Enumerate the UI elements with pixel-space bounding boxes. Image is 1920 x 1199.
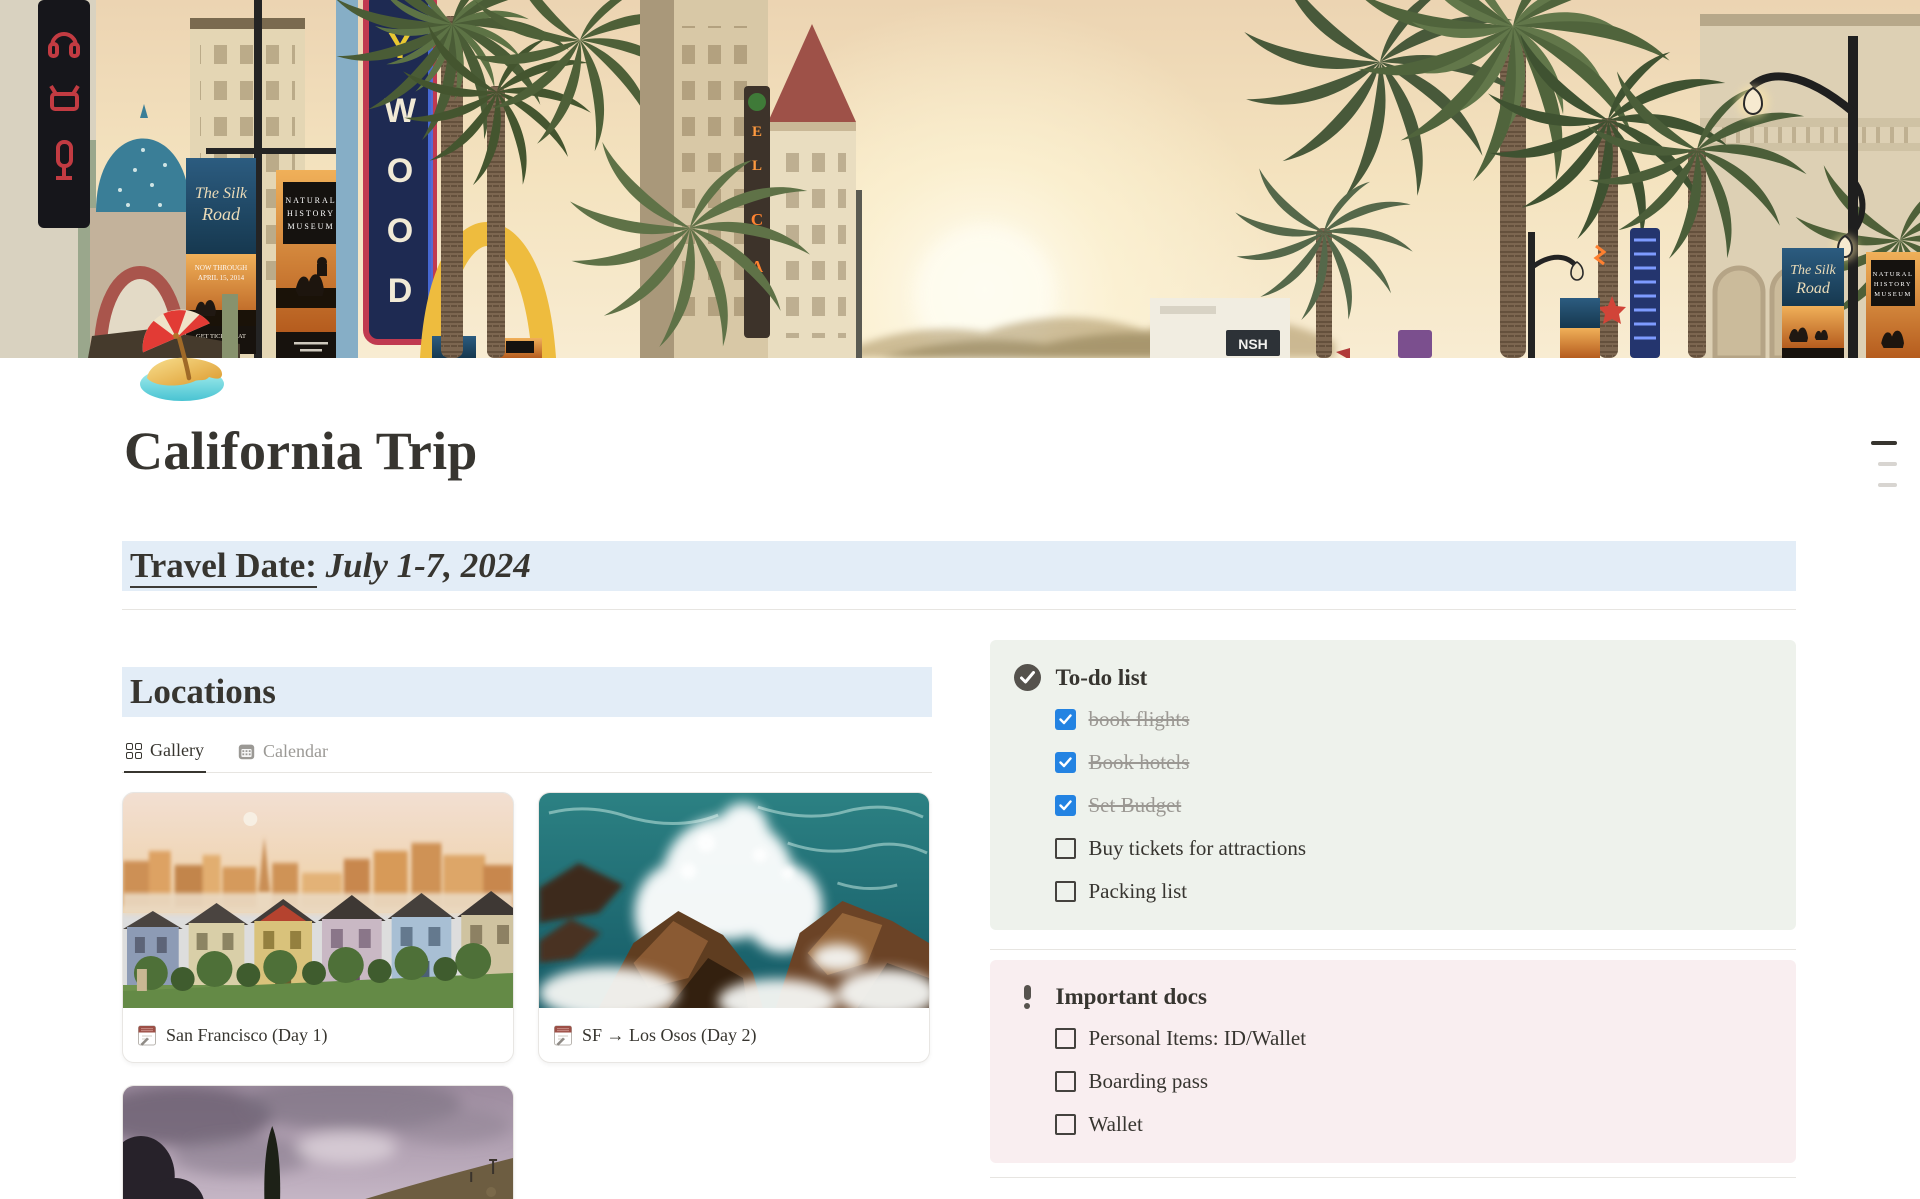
docs-item-label[interactable]: Personal Items: ID/Wallet bbox=[1089, 1026, 1307, 1051]
cover-image: NSH The Silk Road NOW THROUGH APRIL 15, … bbox=[0, 0, 1920, 358]
card-san-francisco[interactable]: San Francisco (Day 1) bbox=[122, 792, 514, 1063]
svg-text:L: L bbox=[752, 158, 762, 174]
svg-text:Road: Road bbox=[1795, 280, 1831, 297]
card-hollywood[interactable]: HOLLYWOOD bbox=[122, 1085, 514, 1199]
page-title[interactable]: California Trip bbox=[124, 421, 1796, 481]
silk-road-banner-right: The Silk Road bbox=[1782, 248, 1844, 358]
checkbox-unchecked[interactable] bbox=[1055, 1114, 1076, 1135]
tab-gallery-label: Gallery bbox=[150, 740, 204, 761]
docs-items: Personal Items: ID/Wallet Boarding pass … bbox=[1055, 1026, 1773, 1137]
docs-item-label[interactable]: Wallet bbox=[1089, 1112, 1143, 1137]
todo-item-label[interactable]: Set Budget bbox=[1089, 793, 1182, 818]
checkbox-unchecked[interactable] bbox=[1055, 1028, 1076, 1049]
card-caption-text: SF → Los Osos (Day 2) bbox=[582, 1025, 757, 1046]
card-caption: SF → Los Osos (Day 2) bbox=[539, 1008, 929, 1062]
docs-header: Important docs bbox=[1014, 984, 1773, 1010]
svg-text:E: E bbox=[752, 124, 762, 140]
docs-item: Boarding pass bbox=[1055, 1069, 1773, 1094]
hollywood-boulevard-photo: NSH The Silk Road NOW THROUGH APRIL 15, … bbox=[0, 0, 1920, 358]
checkbox-checked[interactable] bbox=[1055, 752, 1076, 773]
docs-item-label[interactable]: Boarding pass bbox=[1089, 1069, 1209, 1094]
calendar-icon bbox=[238, 743, 255, 760]
view-tabs: Gallery Calendar bbox=[122, 734, 932, 773]
todo-heading[interactable]: To-do list bbox=[1056, 665, 1148, 691]
svg-text:D: D bbox=[388, 272, 413, 310]
svg-text:HISTORY: HISTORY bbox=[287, 209, 335, 218]
svg-text:NOW THROUGH: NOW THROUGH bbox=[195, 264, 247, 272]
card-caption-text: San Francisco (Day 1) bbox=[166, 1025, 327, 1046]
tab-gallery[interactable]: Gallery bbox=[124, 734, 206, 773]
svg-text:HISTORY: HISTORY bbox=[1874, 281, 1912, 288]
gallery-grid: San Francisco (Day 1) bbox=[122, 792, 932, 1199]
todo-item-label[interactable]: Book hotels bbox=[1089, 750, 1190, 775]
todo-item: Buy tickets for attractions bbox=[1055, 836, 1773, 861]
memo-icon bbox=[137, 1025, 157, 1046]
card-caption: San Francisco (Day 1) bbox=[123, 1008, 513, 1062]
docs-heading[interactable]: Important docs bbox=[1056, 984, 1207, 1010]
card-image-painted-ladies bbox=[123, 793, 513, 1008]
check-circle-icon bbox=[1014, 664, 1041, 691]
docs-item: Personal Items: ID/Wallet bbox=[1055, 1026, 1773, 1051]
todo-callout: To-do list book flights Book hotels bbox=[990, 640, 1797, 930]
todo-item: Set Budget bbox=[1055, 793, 1773, 818]
checkbox-checked[interactable] bbox=[1055, 795, 1076, 816]
museum-banner: NATURAL HISTORY MUSEUM bbox=[276, 170, 346, 358]
tab-calendar[interactable]: Calendar bbox=[236, 734, 330, 773]
todo-item: Packing list bbox=[1055, 879, 1773, 904]
cover-nsh-sign: NSH bbox=[1238, 336, 1268, 352]
travel-date-label: Travel Date: bbox=[130, 546, 317, 588]
svg-text:O: O bbox=[387, 212, 413, 250]
card-image-hollywood-sign: HOLLYWOOD bbox=[123, 1086, 513, 1199]
museum-banner-right: NATURAL HISTORY MUSEUM bbox=[1866, 252, 1920, 358]
divider bbox=[122, 609, 1796, 610]
table-of-contents-widget[interactable] bbox=[1871, 441, 1897, 487]
svg-text:NATURAL: NATURAL bbox=[1873, 271, 1914, 278]
left-column: Locations Gallery Calendar bbox=[122, 640, 932, 1199]
checkbox-unchecked[interactable] bbox=[1055, 838, 1076, 859]
beach-umbrella-page-icon[interactable] bbox=[135, 308, 231, 404]
divider bbox=[990, 1177, 1797, 1178]
docs-item: Wallet bbox=[1055, 1112, 1773, 1137]
todo-item-label[interactable]: Buy tickets for attractions bbox=[1089, 836, 1307, 861]
svg-text:NATURAL: NATURAL bbox=[285, 196, 336, 205]
divider bbox=[990, 949, 1797, 950]
travel-date-value: July 1-7, 2024 bbox=[317, 546, 531, 585]
svg-text:The Silk: The Silk bbox=[195, 185, 248, 202]
important-docs-callout: Important docs Personal Items: ID/Wallet… bbox=[990, 960, 1797, 1163]
travel-date-heading[interactable]: Travel Date: July 1-7, 2024 bbox=[122, 541, 1796, 591]
todo-item-label[interactable]: Packing list bbox=[1089, 879, 1188, 904]
svg-text:MUSEUM: MUSEUM bbox=[287, 222, 334, 231]
toc-line[interactable] bbox=[1878, 462, 1897, 466]
svg-text:Road: Road bbox=[201, 204, 241, 224]
todo-item: book flights bbox=[1055, 707, 1773, 732]
exclamation-icon bbox=[1014, 985, 1041, 1009]
el-capitan-sign: E L C A bbox=[744, 86, 770, 338]
locations-heading[interactable]: Locations bbox=[122, 667, 932, 717]
two-column-layout: Locations Gallery Calendar bbox=[122, 640, 1796, 1199]
svg-text:O: O bbox=[387, 152, 413, 190]
checkbox-unchecked[interactable] bbox=[1055, 881, 1076, 902]
todo-header: To-do list bbox=[1014, 664, 1773, 691]
card-image-ocean-waves bbox=[539, 793, 929, 1008]
svg-text:The Silk: The Silk bbox=[1790, 263, 1836, 278]
todo-item: Book hotels bbox=[1055, 750, 1773, 775]
grid-icon bbox=[126, 743, 142, 759]
toc-line[interactable] bbox=[1878, 483, 1897, 487]
todo-items: book flights Book hotels Set Budget bbox=[1055, 707, 1773, 904]
card-sf-los-osos[interactable]: SF → Los Osos (Day 2) bbox=[538, 792, 930, 1063]
checkbox-unchecked[interactable] bbox=[1055, 1071, 1076, 1092]
todo-item-label[interactable]: book flights bbox=[1089, 707, 1190, 732]
memo-icon bbox=[553, 1025, 573, 1046]
toc-line-active[interactable] bbox=[1871, 441, 1897, 445]
tab-calendar-label: Calendar bbox=[263, 741, 328, 762]
page-body: California Trip Travel Date: July 1-7, 2… bbox=[0, 358, 1920, 1199]
right-column: To-do list book flights Book hotels bbox=[990, 640, 1797, 1188]
svg-text:MUSEUM: MUSEUM bbox=[1874, 291, 1912, 298]
svg-text:APRIL 15, 2014: APRIL 15, 2014 bbox=[198, 274, 245, 282]
checkbox-checked[interactable] bbox=[1055, 709, 1076, 730]
